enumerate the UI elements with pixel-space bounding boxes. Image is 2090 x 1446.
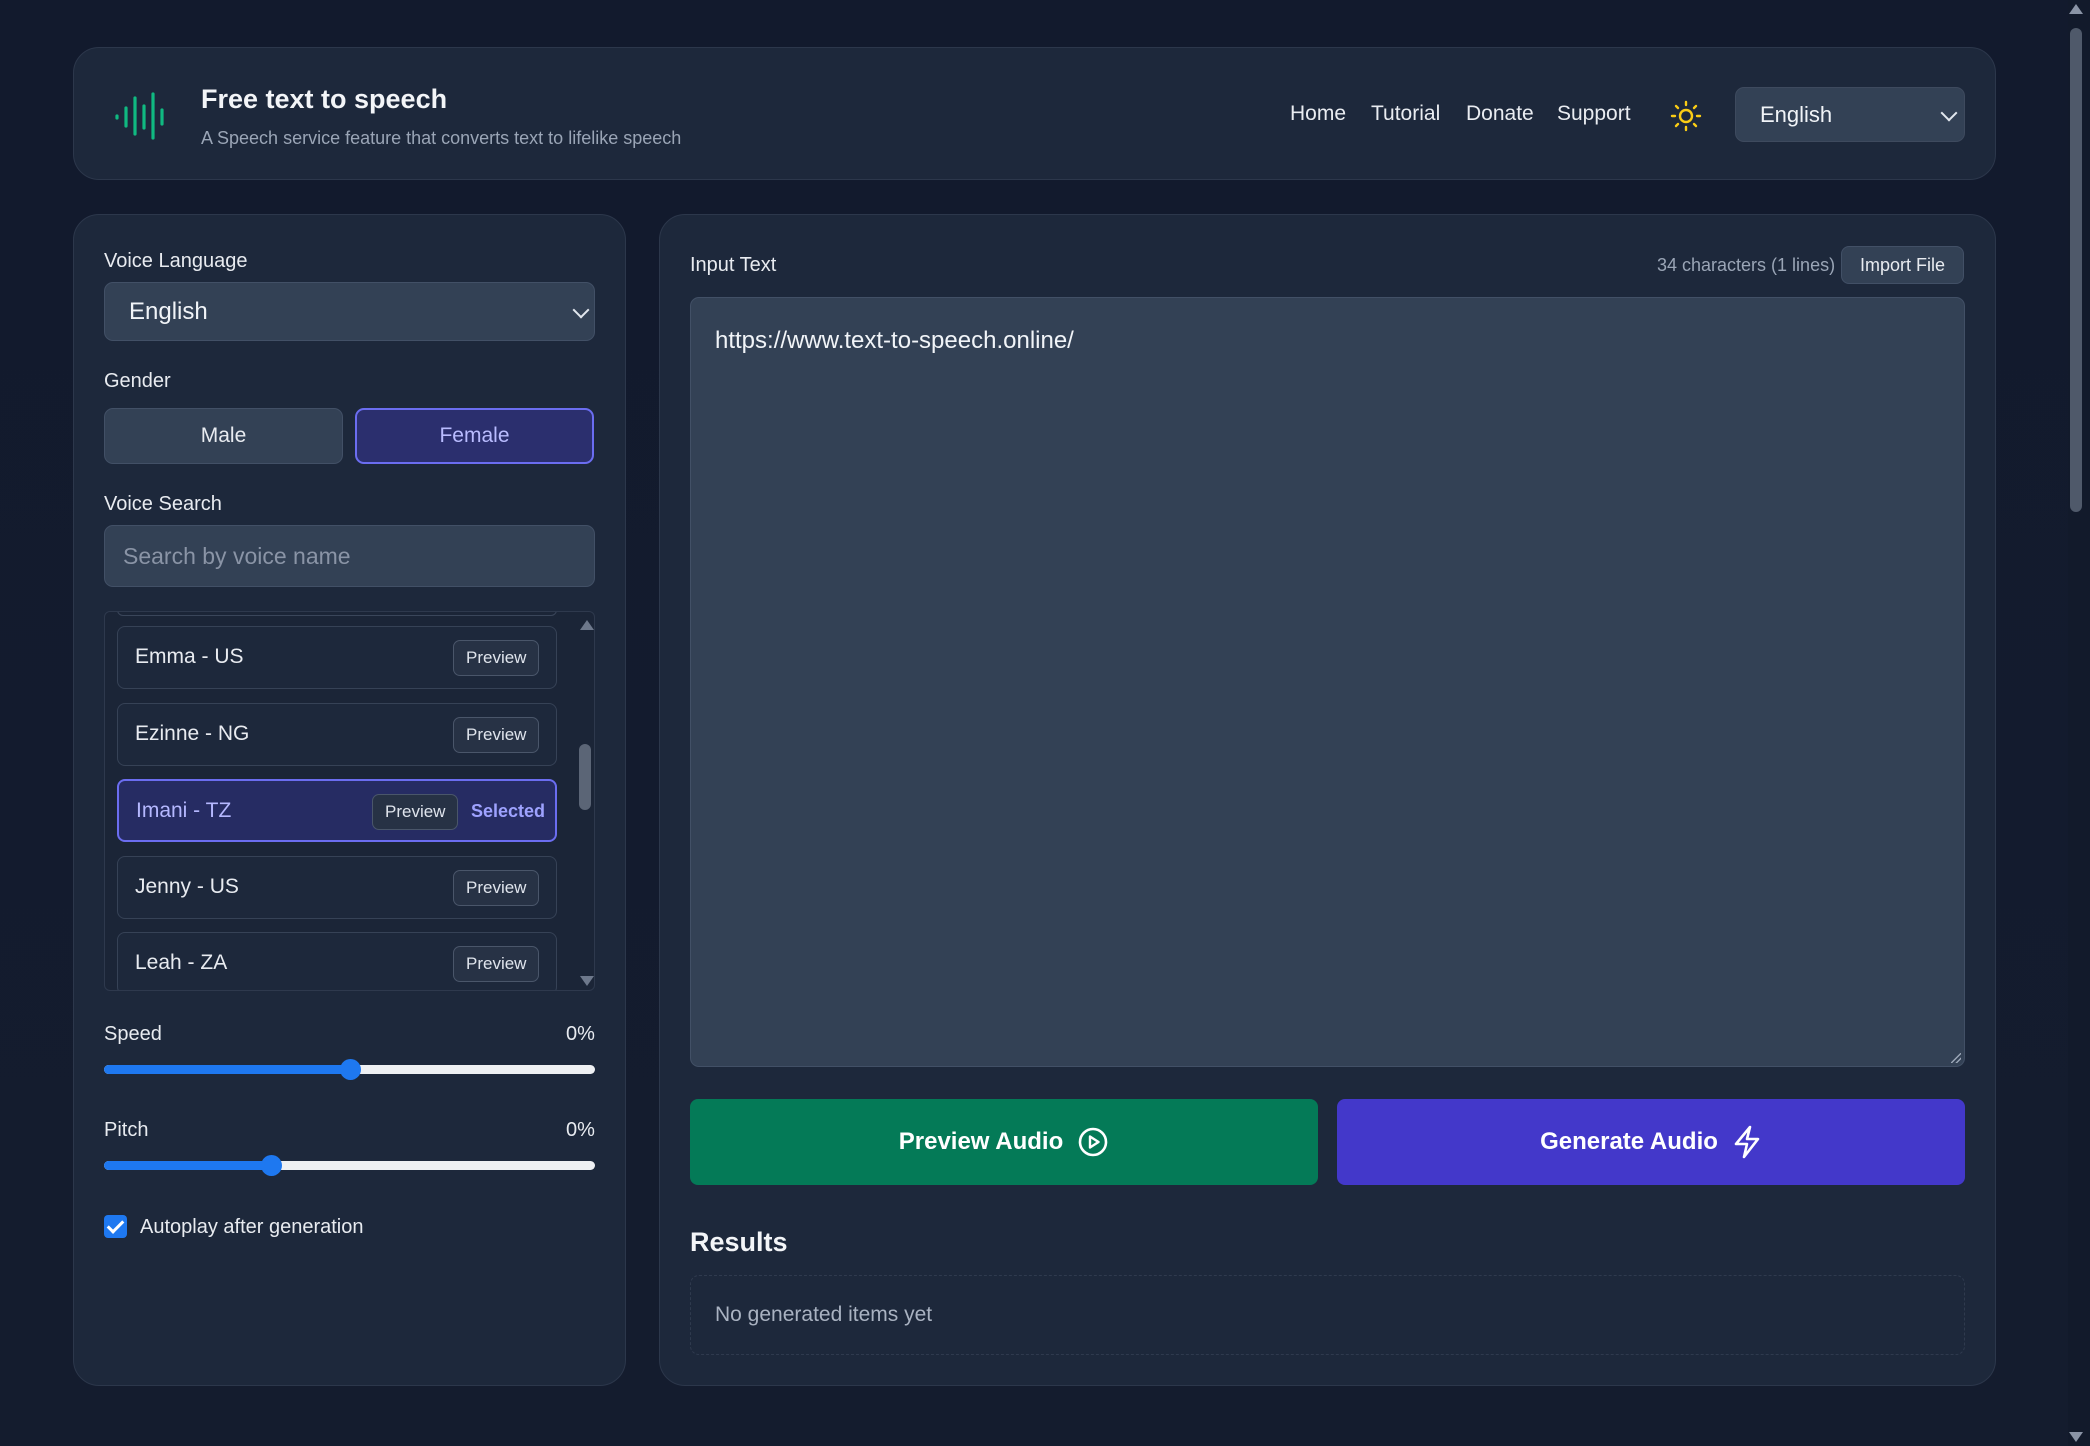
lightning-bolt-icon — [1734, 1125, 1760, 1159]
pitch-slider[interactable] — [104, 1155, 595, 1176]
voice-list-scrollbar-thumb[interactable] — [579, 744, 591, 810]
pitch-label: Pitch — [104, 1119, 149, 1141]
nav-donate[interactable]: Donate — [1466, 102, 1534, 126]
header-bar: Free text to speech A Speech service fea… — [73, 47, 1996, 180]
nav-tutorial[interactable]: Tutorial — [1371, 102, 1440, 126]
scroll-up-arrow-icon[interactable] — [2069, 4, 2083, 14]
preview-audio-button[interactable]: Preview Audio — [690, 1099, 1318, 1185]
results-list: No generated items yet — [690, 1275, 1965, 1355]
generate-audio-button[interactable]: Generate Audio — [1337, 1099, 1965, 1185]
play-circle-icon — [1078, 1127, 1108, 1157]
scroll-up-arrow-icon[interactable] — [580, 620, 594, 630]
preview-voice-button[interactable]: Preview — [453, 946, 540, 982]
autoplay-checkbox[interactable] — [104, 1215, 127, 1238]
speed-value: 0% — [566, 1023, 595, 1045]
voice-name: Ezinne - NG — [135, 722, 250, 745]
slider-fill — [104, 1065, 350, 1074]
gender-female-button[interactable]: Female — [355, 408, 594, 464]
autoplay-label: Autoplay after generation — [140, 1216, 364, 1238]
sound-wave-icon — [115, 92, 164, 140]
voice-language-value: English — [129, 298, 208, 325]
voice-item-imani[interactable]: Imani - TZ Preview Selected — [117, 779, 557, 842]
voice-language-select[interactable]: English — [104, 282, 595, 341]
character-count: 34 characters (1 lines) — [1657, 255, 1836, 275]
import-file-button[interactable]: Import File — [1841, 246, 1964, 284]
voice-item-leah[interactable]: Leah - ZA Preview — [117, 932, 557, 990]
input-text-label: Input Text — [690, 254, 777, 276]
preview-voice-button[interactable]: Preview — [453, 870, 540, 906]
voice-name: Imani - TZ — [136, 799, 232, 822]
resize-handle-icon[interactable] — [1951, 1053, 1961, 1063]
voice-name: Leah - ZA — [135, 951, 228, 974]
slider-fill — [104, 1161, 271, 1170]
voice-language-label: Voice Language — [104, 250, 248, 272]
site-language-value: English — [1760, 102, 1833, 127]
voice-search-label: Voice Search — [104, 493, 222, 515]
voice-list[interactable]: Emma - US Preview Ezinne - NG Preview Im… — [104, 611, 595, 991]
voice-item-jenny[interactable]: Jenny - US Preview — [117, 856, 557, 919]
voice-item-ezinne[interactable]: Ezinne - NG Preview — [117, 703, 557, 766]
text-input-panel: Input Text 34 characters (1 lines) Impor… — [659, 214, 1996, 1386]
app-subtitle: A Speech service feature that converts t… — [201, 128, 682, 148]
preview-voice-button[interactable]: Preview — [453, 640, 540, 676]
site-language-select[interactable]: English — [1735, 87, 1965, 142]
slider-thumb[interactable] — [260, 1155, 282, 1176]
app-title: Free text to speech — [201, 84, 448, 114]
scroll-down-arrow-icon[interactable] — [2069, 1432, 2083, 1442]
voice-name: Emma - US — [135, 645, 244, 668]
input-text-area[interactable]: https://www.text-to-speech.online/ — [690, 297, 1965, 1067]
voice-item-emma[interactable]: Emma - US Preview — [117, 626, 557, 689]
speed-slider[interactable] — [104, 1059, 595, 1080]
speed-label: Speed — [104, 1023, 162, 1045]
gender-label: Gender — [104, 370, 171, 392]
input-text-content: https://www.text-to-speech.online/ — [715, 327, 1074, 354]
voice-name: Jenny - US — [135, 875, 239, 898]
chevron-down-icon — [572, 301, 590, 319]
nav-support[interactable]: Support — [1557, 102, 1631, 126]
chevron-down-icon — [1940, 104, 1958, 122]
sun-icon[interactable] — [1670, 100, 1702, 132]
list-item-partial — [117, 612, 557, 616]
results-empty-message: No generated items yet — [715, 1303, 933, 1326]
preview-voice-button[interactable]: Preview — [453, 717, 540, 753]
slider-thumb[interactable] — [339, 1059, 361, 1080]
pitch-value: 0% — [566, 1119, 595, 1141]
results-title: Results — [690, 1227, 788, 1257]
voice-search-input[interactable] — [104, 525, 595, 587]
scroll-down-arrow-icon[interactable] — [580, 976, 594, 986]
page-scrollbar-thumb[interactable] — [2070, 28, 2082, 512]
generate-audio-label: Generate Audio — [1540, 1128, 1718, 1155]
nav-home[interactable]: Home — [1290, 102, 1346, 126]
voice-settings-panel: Voice Language English Gender Male Femal… — [73, 214, 626, 1386]
preview-voice-button[interactable]: Preview — [372, 794, 459, 830]
gender-male-button[interactable]: Male — [104, 408, 343, 464]
preview-audio-label: Preview Audio — [898, 1128, 1064, 1155]
selected-badge: Selected — [471, 801, 546, 821]
